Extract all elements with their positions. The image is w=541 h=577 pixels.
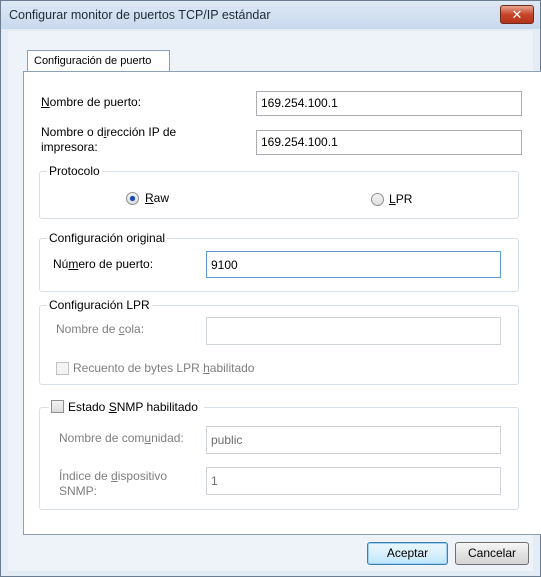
printer-address-input[interactable]: 169.254.100.1 bbox=[256, 130, 522, 155]
queue-name-input[interactable] bbox=[206, 317, 501, 345]
window-title: Configurar monitor de puertos TCP/IP est… bbox=[9, 8, 271, 22]
port-number-input[interactable]: 9100 bbox=[206, 251, 501, 278]
printer-address-label-line2: impresora: bbox=[41, 140, 98, 154]
protocol-group bbox=[39, 171, 519, 219]
queue-name-label: Nombre de cola: bbox=[56, 322, 145, 336]
port-name-label: Nombre de puerto: bbox=[41, 95, 142, 109]
printer-address-label-line1: Nombre o dirección IP de bbox=[41, 125, 177, 139]
protocol-lpr-radio[interactable] bbox=[371, 193, 384, 206]
lpr-settings-group-title: Configuración LPR bbox=[47, 298, 152, 312]
protocol-lpr-label[interactable]: LPR bbox=[389, 192, 412, 206]
snmp-enabled-label[interactable]: Estado SNMP habilitado bbox=[68, 400, 198, 414]
tab-port-settings[interactable]: Configuración de puerto bbox=[27, 50, 170, 71]
close-icon: ✕ bbox=[511, 7, 523, 22]
protocol-group-title: Protocolo bbox=[47, 164, 102, 178]
close-button[interactable]: ✕ bbox=[500, 5, 534, 24]
tab-label: Configuración de puerto bbox=[34, 55, 152, 67]
protocol-raw-radio[interactable] bbox=[126, 192, 139, 205]
snmp-community-label: Nombre de comunidad: bbox=[59, 431, 184, 445]
snmp-group-header: Estado SNMP habilitado bbox=[49, 400, 204, 414]
lpr-byte-count-label[interactable]: Recuento de bytes LPR habilitado bbox=[73, 361, 254, 375]
title-bar[interactable]: Configurar monitor de puertos TCP/IP est… bbox=[1, 1, 540, 29]
dialog-window: Configurar monitor de puertos TCP/IP est… bbox=[0, 0, 541, 577]
port-number-label: Número de puerto: bbox=[53, 257, 154, 271]
port-name-input[interactable]: 169.254.100.1 bbox=[256, 91, 522, 116]
snmp-device-index-label-line1: Índice de dispositivo bbox=[59, 469, 168, 483]
lpr-byte-count-checkbox[interactable] bbox=[56, 362, 69, 375]
protocol-raw-label[interactable]: Raw bbox=[145, 191, 169, 205]
ok-button[interactable]: Aceptar bbox=[367, 542, 448, 565]
cancel-button[interactable]: Cancelar bbox=[455, 542, 529, 565]
snmp-device-index-input[interactable]: 1 bbox=[206, 467, 501, 495]
snmp-community-input[interactable]: public bbox=[206, 426, 501, 454]
snmp-device-index-label-line2: SNMP: bbox=[59, 484, 98, 498]
raw-settings-group-title: Configuración original bbox=[47, 231, 168, 245]
snmp-enabled-checkbox[interactable] bbox=[51, 400, 64, 413]
